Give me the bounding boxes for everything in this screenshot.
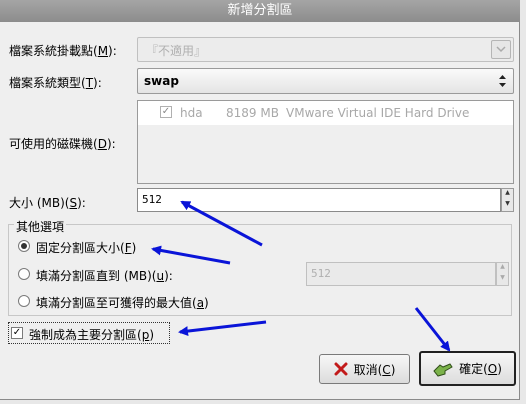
- arrow-to-force-primary: [178, 320, 267, 337]
- arrow-to-size: [180, 200, 263, 247]
- arrow-to-fixed-size: [151, 245, 231, 265]
- annotation-arrows: [151, 200, 451, 352]
- arrow-to-ok: [414, 307, 451, 352]
